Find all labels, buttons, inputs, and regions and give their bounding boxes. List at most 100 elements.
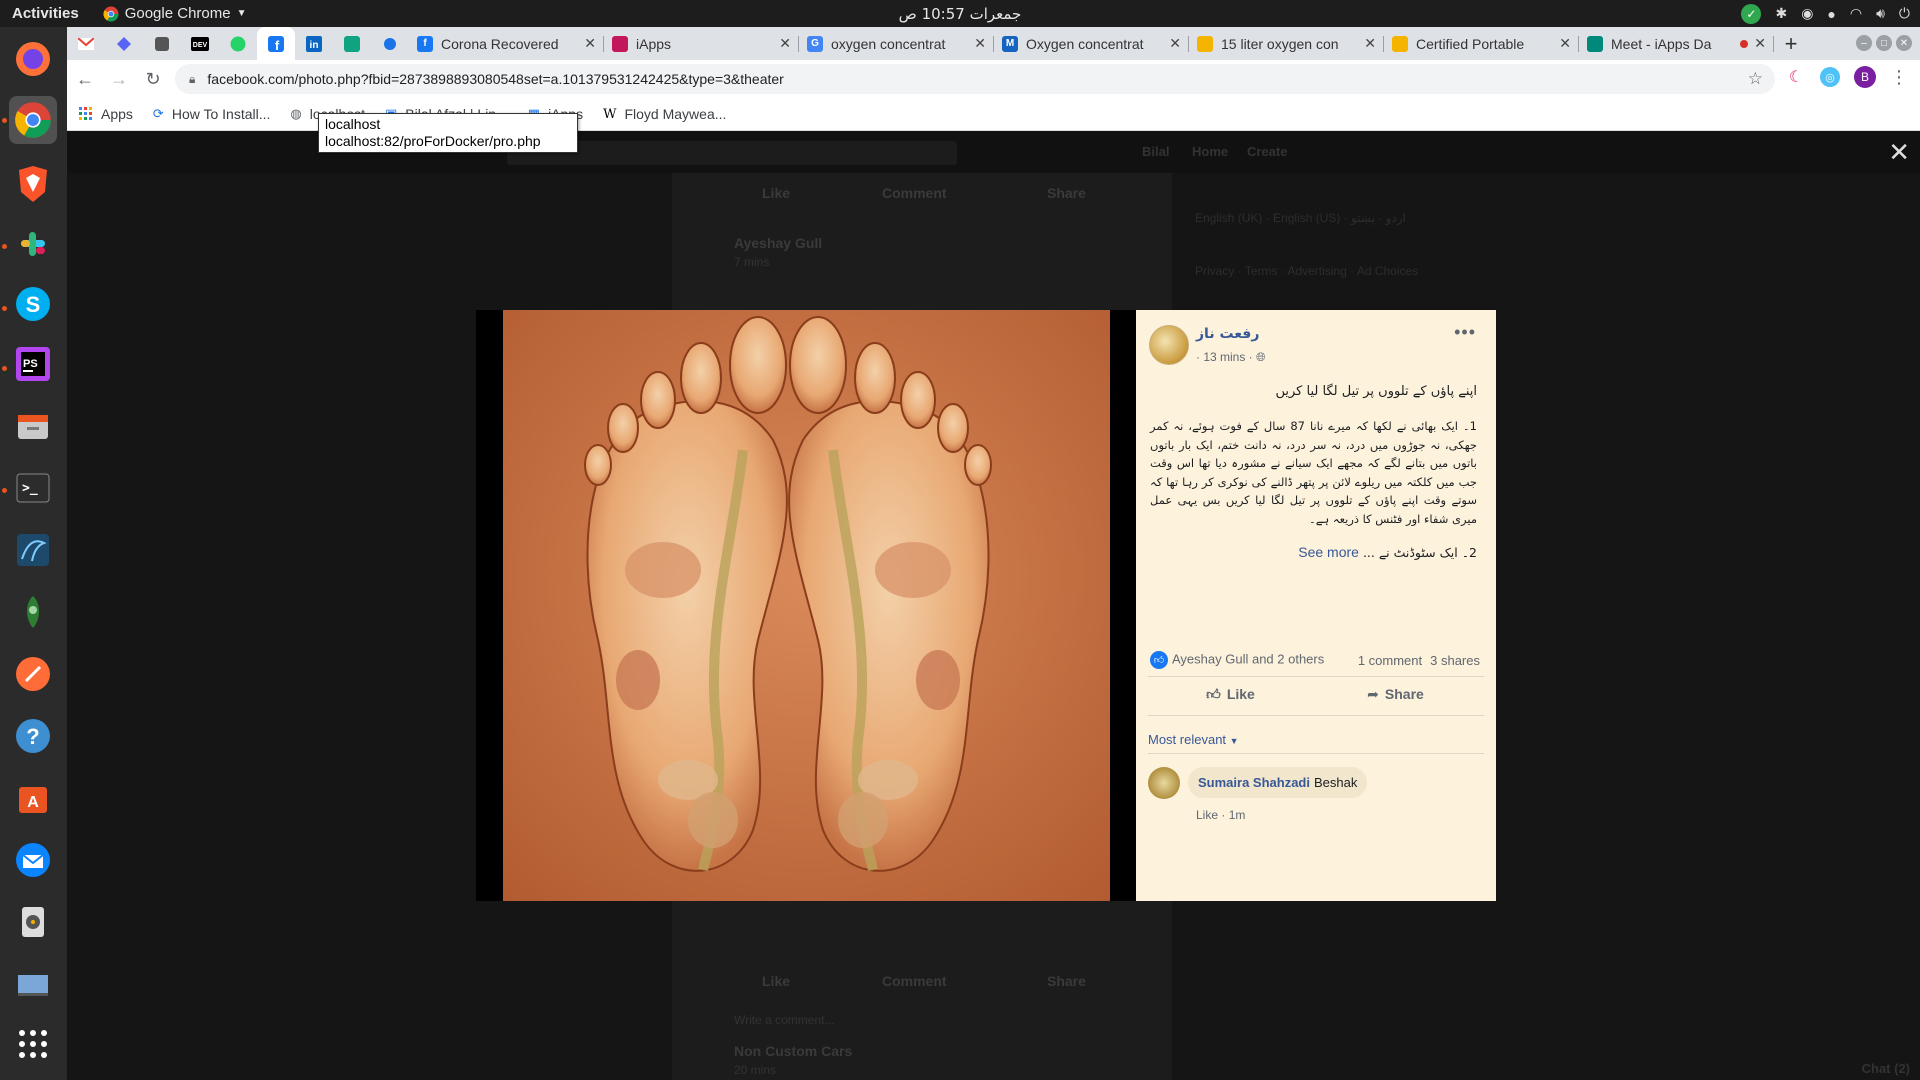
close-tab-icon[interactable]: ✕ — [974, 35, 986, 52]
tab-item[interactable]: Meet - iApps Da ✕ — [1579, 27, 1774, 60]
maximize-icon[interactable]: □ — [1876, 35, 1892, 51]
commenter-avatar[interactable] — [1148, 767, 1180, 799]
post-share-button[interactable]: Share — [1047, 973, 1086, 989]
post-timestamp[interactable]: · 13 mins · 🌐︎ — [1196, 350, 1266, 365]
comment-sort-dropdown[interactable]: Most relevant ▼ — [1148, 732, 1239, 747]
close-tab-icon[interactable]: ✕ — [1169, 35, 1181, 52]
write-comment-input[interactable]: Write a comment... — [734, 1013, 834, 1027]
volume-icon[interactable]: 🔊︎ — [1876, 5, 1885, 22]
post-comment-button[interactable]: Comment — [882, 185, 947, 201]
tab-app[interactable] — [333, 27, 371, 60]
back-arrow-icon[interactable]: ← — [69, 63, 101, 95]
tab-item[interactable]: Goxygen concentrat ✕ — [799, 27, 994, 60]
thunderbird-icon[interactable] — [9, 836, 57, 884]
tab-dev[interactable]: DEV — [181, 27, 219, 60]
slack-icon[interactable]: ✱ — [1775, 5, 1787, 22]
comment-time[interactable]: 1m — [1229, 808, 1246, 822]
post-comment-button[interactable]: Comment — [882, 973, 947, 989]
chrome-tray-icon[interactable]: ◉ — [1801, 5, 1813, 22]
postman-icon[interactable] — [9, 650, 57, 698]
lock-icon[interactable]: 🔒︎ — [189, 72, 195, 87]
tab-whatsapp[interactable] — [219, 27, 257, 60]
chrome-dock-icon[interactable] — [9, 96, 57, 144]
comment-like-button[interactable]: Like — [1196, 808, 1218, 822]
tab-item[interactable]: iApps ✕ — [604, 27, 799, 60]
reactions-link[interactable]: 👍︎ Ayeshay Gull and 2 others — [1150, 651, 1324, 669]
power-icon[interactable]: ⏻ — [1899, 5, 1910, 22]
nav-profile[interactable]: Bilal — [1142, 144, 1169, 159]
close-tab-icon[interactable]: ✕ — [1754, 35, 1766, 52]
slack-icon[interactable] — [9, 220, 57, 268]
close-viewer-icon[interactable]: ✕ — [1888, 137, 1910, 168]
chat-sidebar-toggle[interactable]: Chat (2) — [1862, 1061, 1910, 1076]
next-post-author[interactable]: Non Custom Cars — [734, 1043, 852, 1059]
wifi-icon[interactable]: ◠ — [1850, 5, 1862, 22]
bookmark-floyd[interactable]: W Floyd Maywea... — [603, 106, 726, 122]
foot-reflexology-photo[interactable] — [503, 310, 1110, 901]
show-applications-icon[interactable] — [9, 1020, 57, 1068]
forward-arrow-icon[interactable]: → — [103, 63, 135, 95]
mysql-workbench-icon[interactable] — [9, 526, 57, 574]
author-avatar[interactable] — [1149, 325, 1189, 365]
post-like-button[interactable]: Like — [762, 185, 790, 201]
tab-item[interactable]: f Corona Recovered ✕ — [409, 27, 604, 60]
activities-button[interactable]: Activities — [12, 5, 79, 22]
bookmark-star-icon[interactable]: ☆ — [1748, 69, 1763, 89]
rhythmbox-icon[interactable] — [9, 898, 57, 946]
language-links[interactable]: English (UK) · English (US) · اردو · پښت… — [1195, 211, 1406, 225]
brave-icon[interactable] — [9, 160, 57, 208]
tab-app-blue[interactable] — [371, 27, 409, 60]
address-bar[interactable]: 🔒︎ facebook.com/photo.php?fbid=287389889… — [175, 64, 1775, 94]
nav-home[interactable]: Home — [1192, 144, 1228, 159]
close-tab-icon[interactable]: ✕ — [584, 35, 596, 52]
tab-item[interactable]: 15 liter oxygen con ✕ — [1189, 27, 1384, 60]
tab-linkedin[interactable]: in — [295, 27, 333, 60]
close-tab-icon[interactable]: ✕ — [1559, 35, 1571, 52]
clock[interactable]: جمعرات 10:57 ص — [0, 5, 1920, 23]
shares-count[interactable]: 3 shares — [1430, 653, 1480, 668]
post-like-button[interactable]: Like — [762, 973, 790, 989]
skype-icon[interactable]: S — [9, 280, 57, 328]
share-button[interactable]: ➦ Share — [1367, 686, 1424, 703]
new-tab-button[interactable]: + — [1774, 27, 1808, 60]
bookmark-apps[interactable]: Apps — [79, 106, 133, 122]
system-tray[interactable]: ✓ ✱ ◉ ● ◠ 🔊︎ ⏻ — [1741, 0, 1910, 27]
software-center-icon[interactable]: A — [9, 774, 57, 822]
tab-pocket[interactable] — [143, 27, 181, 60]
bookmark-how-to-install[interactable]: ⟳ How To Install... — [153, 106, 270, 122]
like-button[interactable]: 👍︎ Like — [1206, 686, 1255, 703]
dark-mode-extension-icon[interactable]: ☾ — [1786, 67, 1806, 87]
firefox-icon[interactable] — [9, 35, 57, 83]
help-icon[interactable]: ? — [9, 712, 57, 760]
files-icon[interactable] — [9, 402, 57, 450]
profile-avatar[interactable]: B — [1854, 66, 1876, 88]
minimize-icon[interactable]: – — [1856, 35, 1872, 51]
more-options-icon[interactable]: ••• — [1454, 322, 1476, 343]
post-author[interactable]: Ayeshay Gull — [734, 235, 822, 251]
tab-item[interactable]: M Oxygen concentrat ✕ — [994, 27, 1189, 60]
app-menu[interactable]: Google Chrome ▼ — [103, 5, 247, 22]
chrome-menu-icon[interactable]: ⋮ — [1890, 67, 1908, 88]
see-more-link[interactable]: See more — [1298, 544, 1359, 560]
phpstorm-icon[interactable]: PS — [9, 340, 57, 388]
screen-icon[interactable] — [9, 960, 57, 1008]
tab-item[interactable]: Certified Portable ✕ — [1384, 27, 1579, 60]
tab-facebook-active[interactable]: f — [257, 27, 295, 60]
tab-gmail[interactable] — [67, 27, 105, 60]
reload-icon[interactable]: ↻ — [137, 63, 169, 95]
comments-count[interactable]: 1 comment — [1358, 653, 1422, 668]
close-tab-icon[interactable]: ✕ — [779, 35, 791, 52]
robo3t-icon[interactable] — [9, 588, 57, 636]
commenter-name[interactable]: Sumaira Shahzadi — [1198, 775, 1310, 790]
footer-links[interactable]: Privacy · Terms · Advertising · Ad Choic… — [1195, 264, 1418, 278]
close-window-icon[interactable]: ✕ — [1896, 35, 1912, 51]
terminal-icon[interactable]: >_ — [9, 464, 57, 512]
post-author-name[interactable]: رفعت ناز — [1196, 326, 1259, 342]
extension-icon[interactable]: ◎ — [1820, 67, 1840, 87]
check-icon[interactable]: ✓ — [1741, 3, 1762, 24]
tab-pinned-app[interactable] — [105, 27, 143, 60]
nav-create[interactable]: Create — [1247, 144, 1287, 159]
post-share-button[interactable]: Share — [1047, 185, 1086, 201]
record-icon[interactable]: ● — [1827, 6, 1835, 22]
close-tab-icon[interactable]: ✕ — [1364, 35, 1376, 52]
